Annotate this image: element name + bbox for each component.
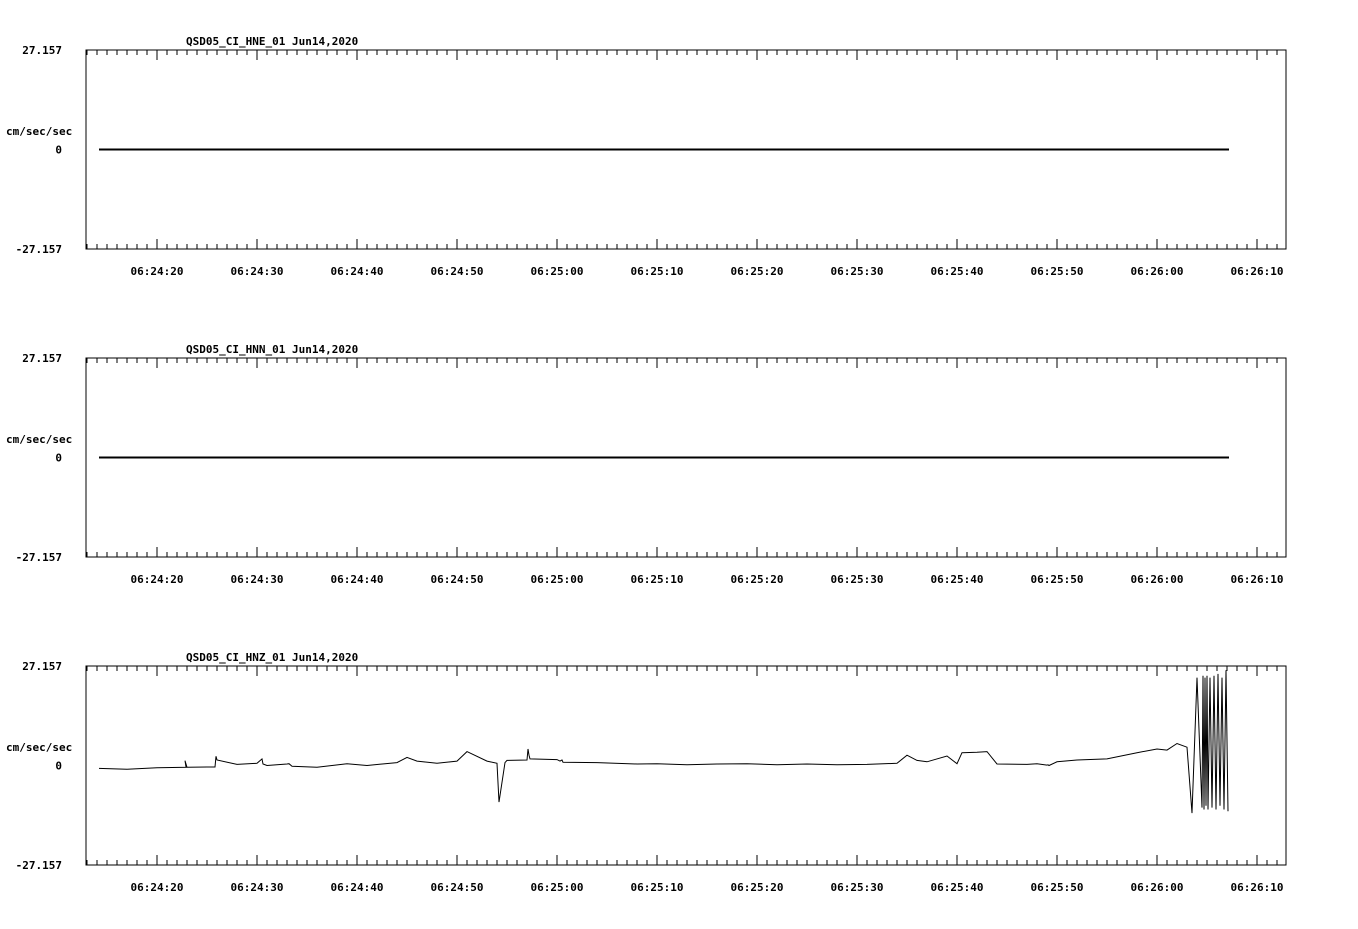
x-tick-label: 06:25:40 — [931, 573, 984, 586]
seismogram-svg: QSD05_CI_HNE_01 Jun14,2020 cm/sec/sec 27.1… — [6, 35, 1287, 894]
x-tick-label: 06:24:40 — [331, 881, 384, 894]
x-tick-label: 06:24:20 — [131, 881, 184, 894]
x-tick-label: 06:24:40 — [331, 265, 384, 278]
x-tick-label: 06:25:40 — [931, 881, 984, 894]
x-tick-label: 06:24:50 — [431, 573, 484, 586]
x-tick-label: 06:25:50 — [1031, 265, 1084, 278]
x-tick-label: 06:26:00 — [1131, 573, 1184, 586]
panel-title: QSD05_CI_HNN_01 Jun14,2020 — [186, 343, 358, 356]
y-tick-label: 0 — [55, 760, 62, 773]
x-tick-label: 06:24:50 — [431, 881, 484, 894]
panel-title: QSD05_CI_HNZ_01 Jun14,2020 — [186, 651, 358, 664]
x-tick-label: 06:24:50 — [431, 265, 484, 278]
x-tick-label: 06:25:20 — [731, 573, 784, 586]
x-tick-label: 06:24:20 — [131, 573, 184, 586]
x-tick-label: 06:24:20 — [131, 265, 184, 278]
y-axis-label: cm/sec/sec — [6, 433, 72, 446]
x-tick-label: 06:25:00 — [531, 881, 584, 894]
x-tick-label: 06:25:30 — [831, 573, 884, 586]
x-tick-label: 06:25:20 — [731, 265, 784, 278]
x-tick-label: 06:25:00 — [531, 573, 584, 586]
y-tick-label: -27.157 — [16, 859, 62, 872]
y-tick-label: -27.157 — [16, 551, 62, 564]
y-tick-label: -27.157 — [16, 243, 62, 256]
y-tick-label: 27.157 — [22, 660, 62, 673]
x-tick-label: 06:25:30 — [831, 265, 884, 278]
x-tick-label: 06:25:00 — [531, 265, 584, 278]
panel-1: QSD05_CI_HNE_01 Jun14,2020 cm/sec/sec 27.1… — [6, 35, 1287, 278]
y-tick-label: 0 — [55, 144, 62, 157]
x-tick-label: 06:25:20 — [731, 881, 784, 894]
x-tick-label: 06:24:30 — [231, 265, 284, 278]
x-tick-label: 06:25:10 — [631, 573, 684, 586]
x-tick-label: 06:26:00 — [1131, 265, 1184, 278]
y-tick-label: 27.157 — [22, 352, 62, 365]
y-tick-label: 27.157 — [22, 44, 62, 57]
x-tick-label: 06:25:50 — [1031, 881, 1084, 894]
x-tick-label: 06:24:40 — [331, 573, 384, 586]
x-tick-label: 06:24:30 — [231, 881, 284, 894]
x-tick-label: 06:25:40 — [931, 265, 984, 278]
x-tick-label: 06:24:30 — [231, 573, 284, 586]
panel-3: QSD05_CI_HNZ_01 Jun14,2020 cm/sec/sec 27.1… — [6, 651, 1287, 894]
x-tick-label: 06:25:10 — [631, 881, 684, 894]
waveform-trace — [98, 670, 1229, 814]
panel-title: QSD05_CI_HNE_01 Jun14,2020 — [186, 35, 358, 48]
x-tick-label: 06:26:10 — [1231, 265, 1284, 278]
y-axis-label: cm/sec/sec — [6, 125, 72, 138]
x-tick-label: 06:25:30 — [831, 881, 884, 894]
seismogram-panels: QSD05_CI_HNE_01 Jun14,2020 cm/sec/sec 27.1… — [0, 0, 1358, 924]
x-tick-label: 06:25:50 — [1031, 573, 1084, 586]
x-tick-label: 06:26:10 — [1231, 881, 1284, 894]
y-axis-label: cm/sec/sec — [6, 741, 72, 754]
panel-2: QSD05_CI_HNN_01 Jun14,2020 cm/sec/sec 27.1… — [6, 343, 1287, 586]
x-tick-label: 06:25:10 — [631, 265, 684, 278]
x-tick-label: 06:26:10 — [1231, 573, 1284, 586]
x-tick-label: 06:26:00 — [1131, 881, 1184, 894]
y-tick-label: 0 — [55, 452, 62, 465]
